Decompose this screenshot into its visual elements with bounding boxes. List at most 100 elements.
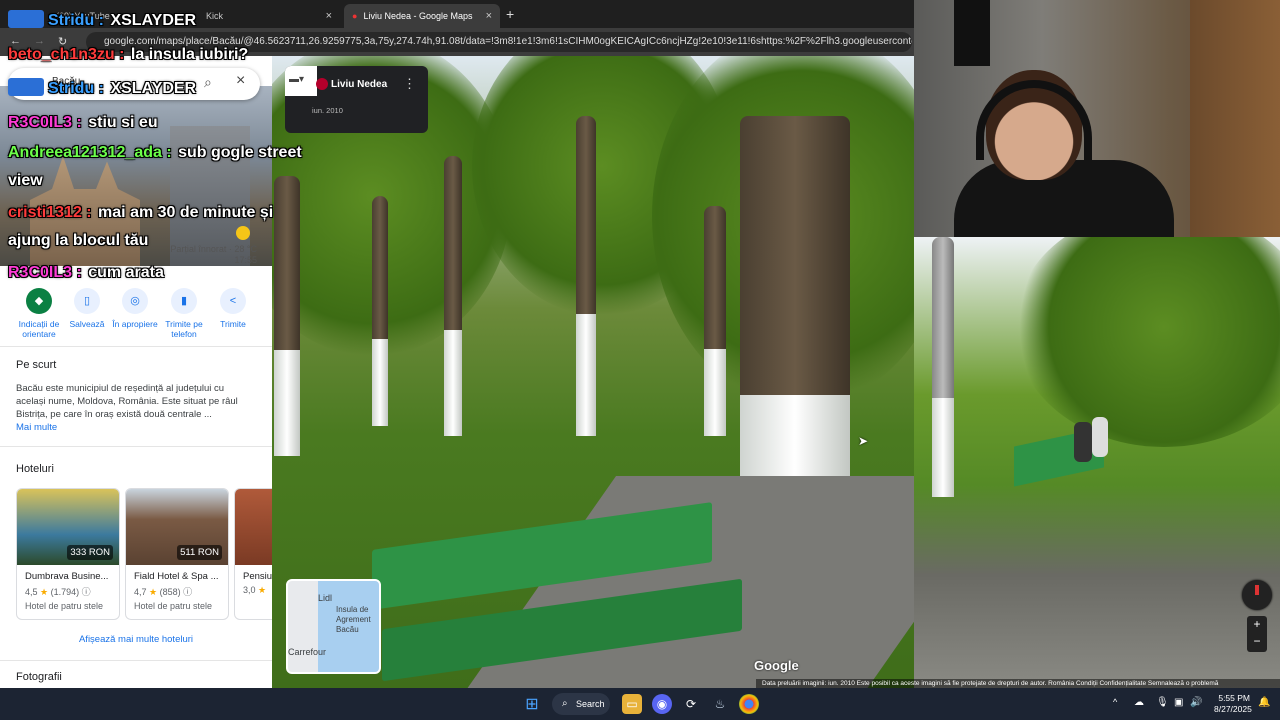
person-figure — [1092, 417, 1108, 457]
action-label: Trimite — [220, 319, 246, 329]
file-explorer-icon[interactable]: ▭ — [622, 694, 642, 714]
tab-google-maps[interactable]: ● Liviu Nedea - Google Maps × — [344, 4, 500, 28]
microphone-icon[interactable]: 🎙 — [1156, 697, 1169, 708]
volume-icon[interactable]: 🔊 — [1190, 697, 1202, 708]
minimap-label: Carrefour — [288, 647, 327, 657]
minimap-label: Insula de Agrement Bacău — [336, 605, 371, 634]
capture-date: iun. 2010 — [312, 106, 343, 115]
browser-tab-bar: (69) YouTube × Kick × ● Liviu Nedea - Go… — [0, 0, 914, 28]
taskbar-clock[interactable]: 5:55 PM 8/27/2025 — [1214, 693, 1252, 715]
rating-value: 3,0 — [243, 585, 256, 595]
maps-side-panel: Bacău ⌕ × Parțial înnorat · 28 °C 17:55 … — [0, 56, 272, 688]
action-label: Indicații de orientare — [18, 319, 60, 339]
trunk-paint — [372, 338, 388, 426]
trunk-paint — [444, 329, 462, 436]
zoom-out-button[interactable]: − — [1247, 633, 1267, 650]
clock-time: 5:55 PM — [1218, 693, 1250, 703]
street-view-image-right[interactable] — [914, 237, 1280, 688]
tab-youtube[interactable]: (69) YouTube × — [26, 4, 194, 28]
avatar[interactable] — [316, 78, 328, 90]
network-icon[interactable]: ▣ — [1174, 697, 1183, 708]
tab-kick[interactable]: Kick × — [186, 4, 340, 28]
url-field[interactable]: google.com/maps/place/Bacău/@46.5623711,… — [86, 32, 912, 52]
address-bar-row: ← → ↻ google.com/maps/place/Bacău/@46.56… — [0, 28, 914, 56]
hotel-card[interactable]: 333 RON Dumbrava Busine... 4,5 ★ (1.794)… — [16, 488, 120, 620]
chevron-up-icon[interactable]: ^ — [1113, 697, 1117, 707]
new-tab-button[interactable]: + — [506, 6, 514, 22]
hotel-price: 333 RON — [67, 545, 113, 560]
wall-poster — [954, 0, 990, 66]
photographer-name[interactable]: Liviu Nedea — [331, 79, 387, 90]
google-logo: Google — [754, 658, 799, 673]
pole-paint — [932, 398, 954, 497]
close-icon[interactable]: × — [486, 10, 492, 22]
map-pin-icon: ● — [352, 11, 358, 21]
church-shape — [30, 156, 140, 266]
lamp-post — [932, 237, 954, 497]
tab-label: (69) YouTube — [56, 11, 110, 21]
more-link[interactable]: Mai multe — [16, 422, 57, 433]
windows-taskbar: ⊞ ⌕ Search ▭ ◉ ⟳ ♨ ^ ☁ 🎙 ▣ 🔊 5:55 PM 8/2… — [0, 688, 1280, 720]
taskbar-search[interactable]: ⌕ Search — [552, 693, 610, 715]
star-icon: ★ — [258, 585, 267, 595]
divider — [0, 660, 272, 661]
search-icon[interactable]: ⌕ — [204, 74, 212, 91]
nearby-icon: ◎ — [122, 288, 148, 314]
discord-icon[interactable]: ◉ — [652, 694, 672, 714]
search-input[interactable]: Bacău — [52, 76, 80, 87]
park-bench — [372, 502, 752, 686]
start-icon[interactable]: ⊞ — [522, 694, 542, 714]
steam-icon[interactable]: ♨ — [710, 694, 730, 714]
map-icon: ▬▾ — [289, 74, 305, 85]
tab-label: Kick — [206, 11, 224, 21]
search-box[interactable]: Bacău ⌕ × — [8, 68, 260, 100]
action-label: În apropiere — [112, 319, 158, 329]
tree-trunk — [704, 206, 726, 436]
bookmark-icon: ▯ — [74, 288, 100, 314]
place-hero-photo[interactable] — [0, 86, 272, 266]
minimap[interactable]: Lidl Insula de Agrement Bacău Carrefour — [286, 579, 381, 674]
close-icon[interactable]: × — [326, 10, 332, 22]
tree-trunk — [576, 116, 596, 436]
tree-canopy — [1014, 237, 1280, 447]
reload-icon[interactable]: ↻ — [58, 35, 67, 48]
share-button[interactable]: < Trimite — [204, 288, 262, 329]
hotel-name: Dumbrava Busine... — [25, 571, 109, 582]
cloud-icon[interactable]: ☁ — [1134, 697, 1144, 708]
search-label: Search — [576, 699, 605, 709]
trunk-paint — [576, 314, 596, 436]
wardrobe — [1190, 0, 1280, 237]
app-icon[interactable]: ⟳ — [681, 694, 701, 714]
directions-icon: ◆ — [26, 288, 52, 314]
tree-trunk — [444, 156, 462, 436]
zoom-in-button[interactable]: + — [1247, 616, 1267, 633]
more-options-icon[interactable]: ⋮ — [403, 76, 416, 92]
chrome-icon[interactable] — [739, 694, 759, 714]
tree-trunk — [372, 196, 388, 426]
compass-icon[interactable] — [1242, 580, 1272, 610]
rating-value: 4,5 — [25, 587, 38, 597]
notification-icon[interactable]: 🔔 — [1258, 697, 1270, 708]
hotel-rating: 4,5 ★ (1.794) ⓘ — [17, 582, 119, 598]
trunk-paint — [704, 348, 726, 436]
forward-icon[interactable]: → — [34, 35, 45, 47]
about-title: Pe scurt — [16, 359, 57, 371]
more-hotels-link[interactable]: Afișează mai multe hoteluri — [0, 634, 272, 645]
back-icon[interactable]: ← — [10, 35, 21, 47]
info-icon[interactable]: ⓘ — [183, 587, 192, 597]
weather-sun-icon — [236, 226, 250, 240]
review-count: (1.794) — [50, 587, 80, 597]
action-label: Salvează — [69, 319, 105, 329]
hotel-card[interactable]: 511 RON Fiald Hotel & Spa ... 4,7 ★ (858… — [125, 488, 229, 620]
hotel-rating: 3,0 ★ — [235, 582, 272, 596]
person-figure — [1074, 422, 1092, 462]
streetview-footer[interactable]: Data preluării imaginii: iun. 2010 Este … — [756, 679, 1280, 688]
hotel-name: Fiald Hotel & Spa ... — [134, 571, 219, 582]
weather-info: Parțial înnorat · 28 °C 17:55 — [165, 244, 257, 266]
info-icon[interactable]: ⓘ — [82, 587, 91, 597]
close-icon[interactable]: × — [236, 72, 245, 90]
hotel-class: Hotel de patru stele — [25, 601, 104, 611]
back-to-map-button[interactable]: ▬▾ — [285, 66, 317, 96]
hotels-title: Hoteluri — [16, 463, 54, 475]
hotel-card[interactable]: Pensiu 3,0 ★ — [234, 488, 272, 620]
